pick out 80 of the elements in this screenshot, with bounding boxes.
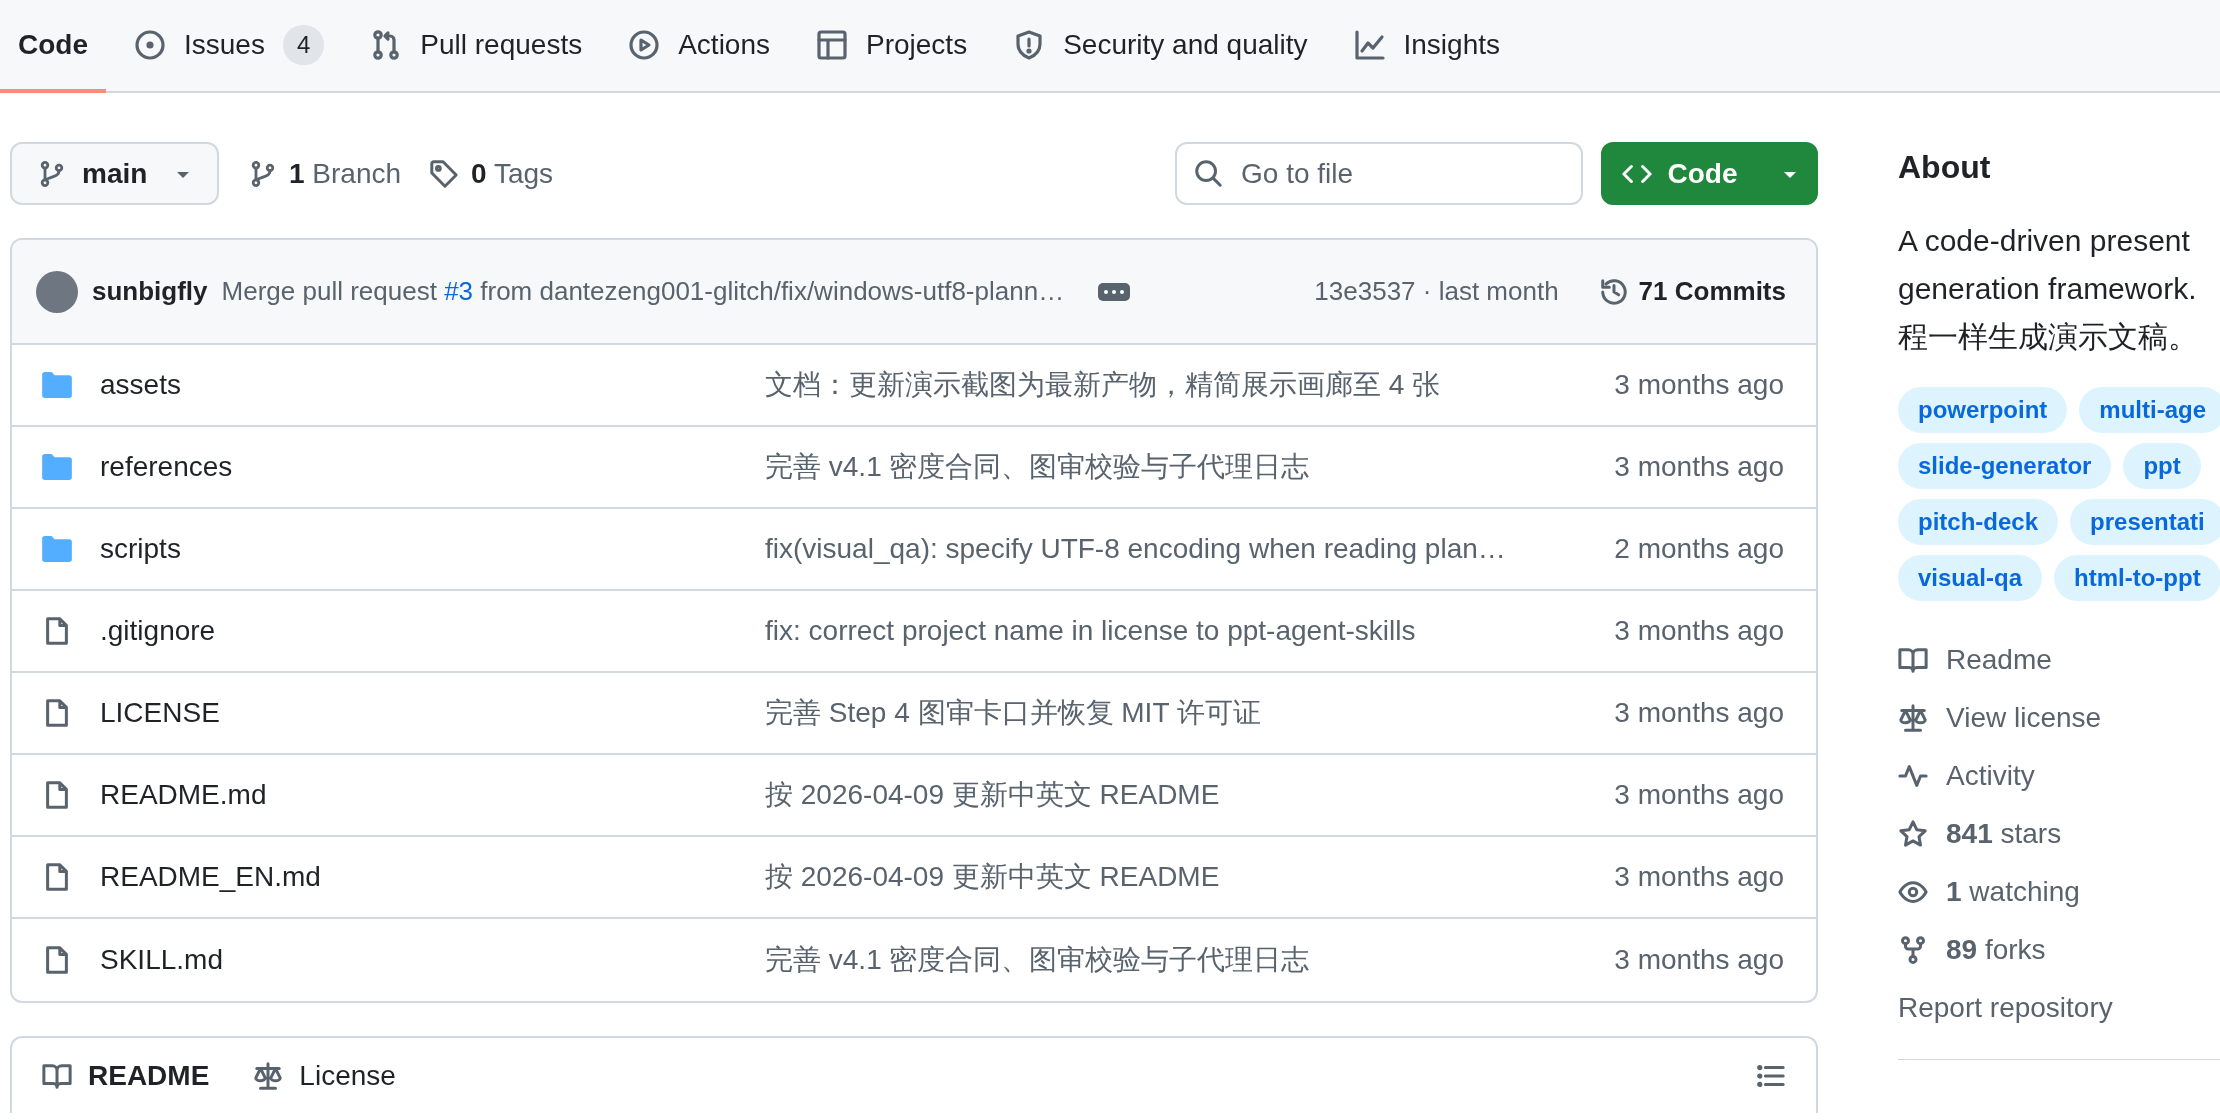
scale-icon [1898, 703, 1928, 733]
file-name-link[interactable]: references [100, 446, 765, 488]
commit-message-link[interactable]: 按 2026-04-09 更新中英文 README [765, 779, 1220, 810]
count-badge: 4 [282, 24, 325, 65]
about-heading: About [1898, 148, 1992, 187]
readme-tab[interactable]: README [42, 1054, 210, 1097]
topic-tag[interactable]: powerpoint [1898, 387, 2068, 433]
commit-time: 3 months ago [1614, 450, 1784, 484]
repo-tab[interactable]: Code [0, 0, 106, 93]
repo-tab[interactable]: Security and quality [995, 0, 1326, 93]
sidebar-link[interactable]: 89 forks [1898, 921, 2220, 979]
readme-tab[interactable]: License [253, 1054, 396, 1097]
sidebar-link[interactable]: View license [1898, 689, 2220, 747]
book-icon [1898, 645, 1928, 675]
commit-time: 2 months ago [1614, 532, 1784, 566]
commit-time: 3 months ago [1614, 696, 1784, 730]
topic-tag[interactable]: html-to-ppt [2054, 555, 2220, 601]
code-button[interactable]: Code [1601, 142, 1818, 205]
repo-tab[interactable]: Pull requests [352, 0, 601, 93]
commit-time: 3 months ago [1614, 778, 1784, 812]
file-name-link[interactable]: assets [100, 364, 765, 406]
scale-icon [253, 1060, 284, 1091]
expand-button[interactable] [1098, 282, 1131, 301]
file-name-link[interactable]: scripts [100, 528, 765, 570]
topic-tag[interactable]: slide-generator [1898, 443, 2112, 489]
repo-tab[interactable]: Issues 4 [116, 0, 343, 93]
tag-icon [429, 158, 460, 189]
caret-icon [175, 170, 191, 181]
repo-tab[interactable]: Insights [1335, 0, 1518, 93]
fork-icon [1898, 935, 1928, 965]
commit-time: 3 months ago [1614, 368, 1784, 402]
file-name-link[interactable]: LICENSE [100, 692, 765, 734]
commit-time: 3 months ago [1614, 860, 1784, 894]
branch-icon [249, 159, 277, 188]
history-icon [1598, 276, 1629, 307]
file-name-link[interactable]: README_EN.md [100, 856, 765, 898]
pull-request-link[interactable]: #3 [444, 276, 474, 306]
commit-message-link[interactable]: 完善 v4.1 密度合同、图审校验与子代理日志 [765, 451, 1310, 482]
branch-selector[interactable]: main [10, 142, 219, 205]
branches-link[interactable]: 1 Branch [249, 152, 402, 195]
commit-time: 3 months ago [1614, 943, 1784, 977]
line-graph-icon [1353, 28, 1386, 61]
commit-message-link[interactable]: fix(visual_qa): specify UTF-8 encoding when reading plan… [765, 533, 1506, 564]
sidebar-link[interactable]: 841 stars [1898, 805, 2220, 863]
file-search-field[interactable]: Go to file [1175, 142, 1583, 205]
play-icon [628, 28, 661, 61]
commit-message-link[interactable]: fix: correct project name in license to ppt-agent-skills [765, 615, 1416, 646]
commit-message-link[interactable]: 文档：更新演示截图为最新产物，精简展示画廊至 4 张 [765, 369, 1441, 400]
avatar [36, 270, 78, 313]
topic-tag[interactable]: presentati [2070, 499, 2220, 545]
commit-time: 3 months ago [1614, 614, 1784, 648]
file-name-link[interactable]: SKILL.md [100, 939, 765, 981]
commit-message-link[interactable]: 完善 v4.1 密度合同、图审校验与子代理日志 [765, 944, 1310, 975]
topic-tag[interactable]: pitch-deck [1898, 499, 2059, 545]
topic-tag[interactable]: ppt [2123, 443, 2201, 489]
repo-tab[interactable]: Actions [610, 0, 788, 93]
commit-message-link[interactable]: 完善 Step 4 图审卡口并恢复 MIT 许可证 [765, 697, 1261, 728]
commit-sha-time: 13e3537 · last month [1314, 275, 1559, 308]
folder-icon [42, 454, 72, 480]
star-icon [1898, 819, 1928, 849]
commit-author[interactable]: sunbigfly [92, 272, 208, 311]
topic-tag[interactable]: visual-qa [1898, 555, 2043, 601]
tags-link[interactable]: 0 Tags [429, 152, 554, 195]
report-link[interactable]: Report repository [1898, 979, 2220, 1037]
sidebar-link[interactable]: 1 watching [1898, 863, 2220, 921]
table-icon [816, 28, 848, 61]
circle-dot-icon [134, 28, 166, 61]
folder-icon [42, 372, 72, 398]
file-name-link[interactable]: README.md [100, 774, 765, 816]
repo-tab[interactable]: Projects [798, 0, 986, 93]
folder-icon [42, 536, 72, 562]
repo-description: A code-driven present generation framework. 程一样生成演示文稿。 [1898, 223, 2199, 355]
branch-icon [38, 159, 66, 188]
sidebar-link[interactable]: Readme [1898, 631, 2220, 689]
commit-message: Merge pull request #3 from dantezeng001-glitch/fix/windows-utf8-plann… [221, 275, 1065, 308]
file-name-link[interactable]: .gitignore [100, 610, 765, 652]
topic-tag[interactable]: multi-age [2079, 387, 2220, 433]
commits-link[interactable]: 71 Commits [1598, 272, 1786, 311]
commit-message-link[interactable]: 按 2026-04-09 更新中英文 README [765, 861, 1220, 892]
sidebar-link[interactable]: Activity [1898, 747, 2220, 805]
